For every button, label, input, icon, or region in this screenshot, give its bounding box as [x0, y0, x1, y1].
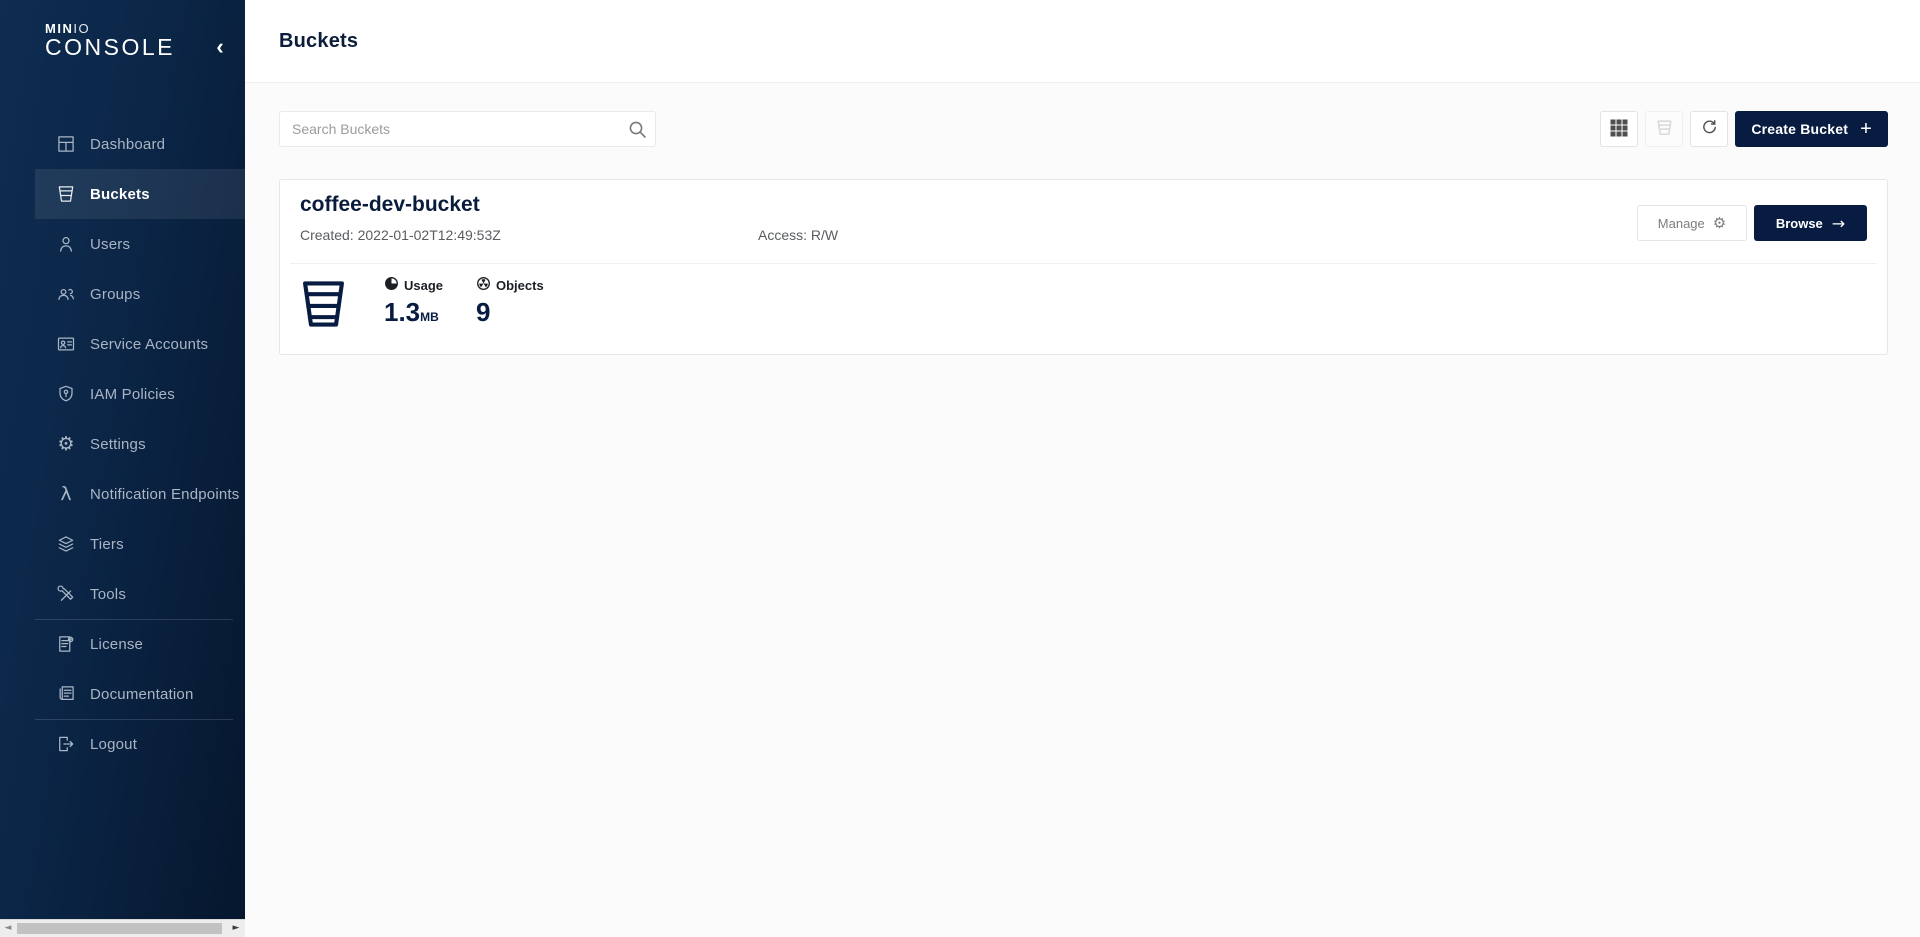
- tiers-layers-icon: [55, 533, 77, 555]
- usage-pie-icon: [384, 276, 399, 294]
- tools-icon: [55, 583, 77, 605]
- search-icon: [627, 119, 647, 144]
- bucket-card: coffee-dev-bucket Created: 2022-01-02T12…: [279, 179, 1888, 355]
- manage-button[interactable]: Manage ⚙: [1637, 205, 1747, 241]
- documentation-book-icon: [55, 683, 77, 705]
- scrollbar-left-arrow[interactable]: ◄: [2, 922, 14, 935]
- page-header: Buckets: [245, 0, 1920, 83]
- card-divider: [290, 263, 1877, 264]
- groups-icon: [55, 283, 77, 305]
- service-accounts-icon: [55, 333, 77, 355]
- search-buckets-input[interactable]: [279, 111, 656, 147]
- sidebar-item-groups[interactable]: Groups: [0, 269, 245, 319]
- dashboard-icon: [55, 133, 77, 155]
- sidebar-item-documentation[interactable]: Documentation: [0, 669, 245, 719]
- logout-icon: [55, 733, 77, 755]
- sidebar-item-users[interactable]: Users: [0, 219, 245, 269]
- bucket-created-text: Created: 2022-01-02T12:49:53Z: [300, 227, 501, 243]
- bucket-icon: [300, 278, 347, 335]
- usage-unit: MB: [420, 310, 439, 324]
- sidebar-horizontal-scrollbar[interactable]: ◄ ►: [0, 919, 245, 937]
- sidebar-item-settings[interactable]: ⚙ Settings: [0, 419, 245, 469]
- grid-view-icon: [1610, 119, 1628, 140]
- scrollbar-thumb[interactable]: [17, 923, 222, 934]
- sidebar-item-license[interactable]: License: [0, 619, 245, 669]
- lambda-icon: λ: [55, 483, 77, 505]
- list-view-bucket-icon: [1655, 118, 1674, 140]
- refresh-icon: [1700, 118, 1719, 140]
- refresh-button[interactable]: [1690, 111, 1728, 147]
- create-bucket-button[interactable]: Create Bucket +: [1735, 111, 1888, 147]
- sidebar-item-service-accounts[interactable]: Service Accounts: [0, 319, 245, 369]
- objects-stat: Objects 9: [476, 276, 544, 325]
- buckets-icon: [55, 183, 77, 205]
- content-area: Create Bucket + coffee-dev-bucket Create…: [245, 83, 1920, 355]
- toolbar-actions: Create Bucket +: [1600, 111, 1888, 147]
- sidebar-item-iam-policies[interactable]: IAM Policies: [0, 369, 245, 419]
- page-title: Buckets: [279, 30, 358, 53]
- list-view-button[interactable]: [1645, 111, 1683, 147]
- sidebar-item-tools[interactable]: Tools: [0, 569, 245, 619]
- main-area: Buckets: [245, 0, 1920, 937]
- usage-value: 1.3MB: [384, 299, 443, 330]
- objects-value: 9: [476, 299, 544, 325]
- bucket-name-link[interactable]: coffee-dev-bucket: [300, 193, 480, 217]
- plus-icon: +: [1860, 120, 1872, 138]
- logo-row: MINIO CONSOLE ‹: [0, 0, 245, 83]
- search-box: [279, 111, 656, 147]
- grid-view-button[interactable]: [1600, 111, 1638, 147]
- usage-stat: Usage 1.3MB: [384, 276, 443, 330]
- sidebar-item-dashboard[interactable]: Dashboard: [0, 119, 245, 169]
- chevron-left-icon: ‹: [216, 34, 223, 59]
- iam-policies-icon: [55, 383, 77, 405]
- buckets-toolbar: Create Bucket +: [279, 111, 1888, 147]
- sidebar-collapse-button[interactable]: ‹: [207, 34, 233, 60]
- users-icon: [55, 233, 77, 255]
- bucket-access-text: Access: R/W: [758, 227, 838, 243]
- usage-label-row: Usage: [384, 276, 443, 294]
- sidebar-item-logout[interactable]: Logout: [0, 719, 245, 769]
- sidebar-item-buckets[interactable]: Buckets: [0, 169, 245, 219]
- license-icon: [55, 633, 77, 655]
- scrollbar-right-arrow[interactable]: ►: [230, 922, 242, 935]
- sidebar: MINIO CONSOLE ‹ Dashboard Buckets Users …: [0, 0, 245, 919]
- browse-button[interactable]: Browse →: [1754, 205, 1867, 241]
- settings-gear-icon: ⚙: [55, 433, 77, 455]
- objects-label-row: Objects: [476, 276, 544, 294]
- objects-segments-icon: [476, 276, 491, 294]
- arrow-right-icon: →: [1832, 214, 1845, 233]
- gear-icon: ⚙: [1713, 214, 1726, 232]
- sidebar-item-notification-endpoints[interactable]: λ Notification Endpoints: [0, 469, 245, 519]
- sidebar-item-tiers[interactable]: Tiers: [0, 519, 245, 569]
- sidebar-menu: Dashboard Buckets Users Groups Service A…: [0, 119, 245, 769]
